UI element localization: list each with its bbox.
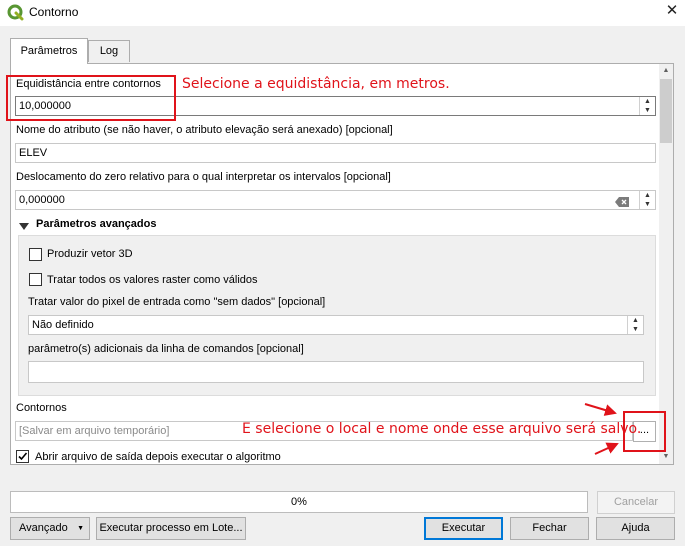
help-button[interactable]: Ajuda — [596, 517, 675, 540]
spin-down-icon[interactable]: ▼ — [628, 325, 643, 334]
all-valid-label: Tratar todos os valores raster como váli… — [47, 274, 258, 286]
nodata-value: Não definido — [32, 319, 94, 331]
qgis-icon — [7, 4, 24, 21]
batch-process-button[interactable]: Executar processo em Lote... — [96, 517, 246, 540]
run-button[interactable]: Executar — [424, 517, 503, 540]
tab-parametros[interactable]: Parâmetros — [10, 38, 88, 64]
offset-value: 0,000000 — [19, 194, 65, 206]
annotation-interval-note: Selecione a equidistância, em metros. — [182, 76, 450, 92]
offset-label: Deslocamento do zero relativo para o qua… — [16, 171, 391, 183]
annotation-box-interval — [6, 75, 176, 121]
offset-spinbox[interactable]: 0,000000 ▲ ▼ — [15, 190, 656, 210]
close-button[interactable]: Fechar — [510, 517, 589, 540]
open-output-label: Abrir arquivo de saída depois executar o… — [35, 451, 281, 463]
nodata-spin-buttons[interactable]: ▲ ▼ — [627, 316, 643, 334]
open-output-checkbox[interactable] — [16, 450, 29, 463]
extra-args-label: parâmetro(s) adicionais da linha de coma… — [28, 343, 304, 355]
vector3d-label: Produzir vetor 3D — [47, 248, 133, 260]
tab-log[interactable]: Log — [88, 40, 130, 62]
advanced-params-header[interactable]: Parâmetros avançados — [36, 218, 156, 230]
all-valid-checkbox[interactable] — [29, 273, 42, 286]
offset-spin-buttons[interactable]: ▲ ▼ — [639, 191, 655, 209]
spin-up-icon[interactable]: ▲ — [640, 97, 655, 106]
progress-bar: 0% — [10, 491, 588, 513]
scrollbar-thumb[interactable] — [660, 79, 672, 143]
close-icon[interactable]: ✕ — [662, 1, 682, 21]
collapse-triangle-icon[interactable] — [19, 222, 29, 230]
cancel-button[interactable]: Cancelar — [597, 491, 675, 514]
scroll-down-icon[interactable]: ▼ — [659, 450, 673, 464]
annotation-arrows — [582, 397, 622, 457]
attribute-label: Nome do atributo (se não haver, o atribu… — [16, 124, 393, 136]
spin-down-icon[interactable]: ▼ — [640, 106, 655, 115]
chevron-down-icon: ▼ — [77, 525, 84, 532]
attribute-input[interactable]: ELEV — [15, 143, 656, 163]
window-title: Contorno — [29, 5, 79, 19]
interval-spin-buttons[interactable]: ▲ ▼ — [639, 97, 655, 115]
scroll-up-icon[interactable]: ▲ — [659, 64, 673, 78]
extra-args-input[interactable] — [28, 361, 644, 383]
vector3d-checkbox[interactable] — [29, 248, 42, 261]
spin-up-icon[interactable]: ▲ — [640, 191, 655, 200]
advanced-menu-label: Avançado — [19, 522, 68, 534]
spin-down-icon[interactable]: ▼ — [640, 200, 655, 209]
nodata-spinbox[interactable]: Não definido ▲ ▼ — [28, 315, 644, 335]
output-label: Contornos — [16, 402, 67, 414]
nodata-label: Tratar valor do pixel de entrada como "s… — [28, 296, 326, 308]
title-bar — [0, 0, 685, 26]
clear-icon[interactable] — [615, 195, 629, 207]
advanced-menu-button[interactable]: Avançado ▼ — [10, 517, 90, 540]
spin-up-icon[interactable]: ▲ — [628, 316, 643, 325]
